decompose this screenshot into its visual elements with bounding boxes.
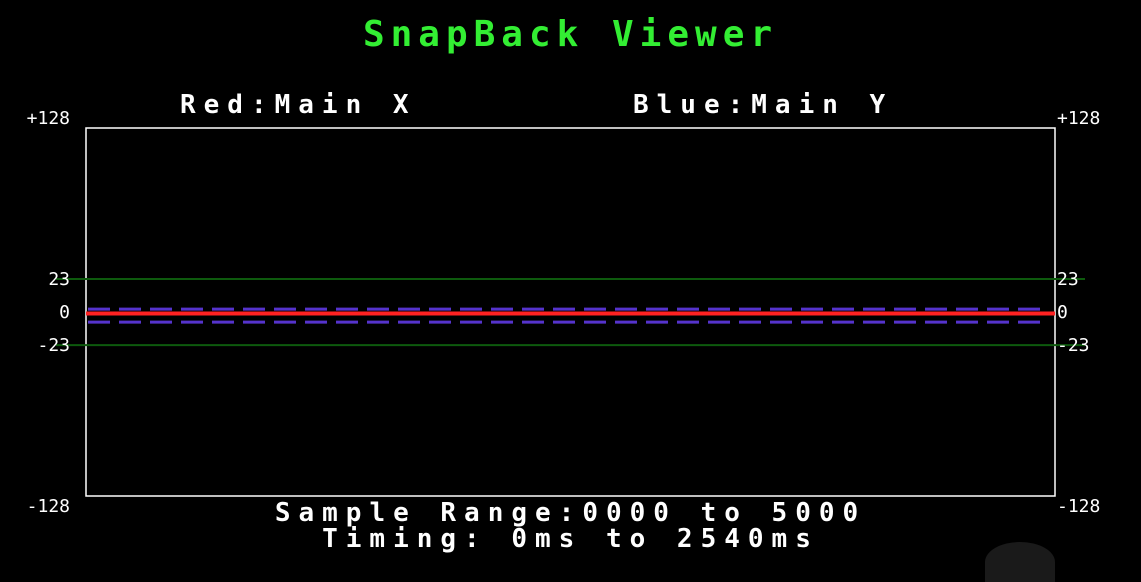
timing-label: Timing: 0ms to 2540ms bbox=[322, 524, 819, 554]
y-tick-label-right: -23 bbox=[1057, 335, 1090, 356]
y-tick-label-right: +128 bbox=[1057, 108, 1100, 129]
y-tick-label-right: 23 bbox=[1057, 269, 1079, 290]
y-tick-label-left: +128 bbox=[27, 108, 70, 129]
y-tick-label-left: 0 bbox=[59, 302, 70, 323]
y-tick-label-left: 23 bbox=[48, 269, 70, 290]
y-tick-label-left: -23 bbox=[37, 335, 70, 356]
snapback-chart: +128 +12823 230 0-23 -23-128 -128 bbox=[27, 108, 1101, 517]
y-tick-label-right: 0 bbox=[1057, 302, 1068, 323]
webcam-overlay bbox=[985, 542, 1055, 582]
